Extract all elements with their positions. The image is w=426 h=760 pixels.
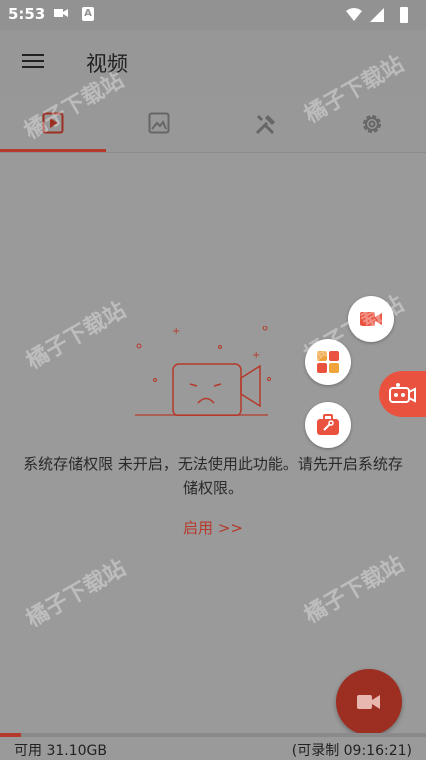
camera-status-icon: [54, 9, 68, 17]
storage-progress-track: [0, 733, 426, 737]
permission-message: 系统存储权限 未开启，无法使用此功能。请先开启系统存储权限。: [23, 455, 403, 497]
storage-bar: 可用 31.10GB (可录制 09:16:21): [0, 733, 426, 759]
recorder-icon: [389, 383, 416, 403]
record-time-label: (可录制 09:16:21): [291, 743, 412, 759]
record-fab[interactable]: [336, 669, 402, 735]
toolbox-icon: [317, 414, 339, 435]
menu-icon[interactable]: [22, 50, 44, 72]
content-area: + + 系统存储权限 未开启，无法使用此功能。请先开启系统存储权限。 启用 >>: [0, 153, 426, 733]
storage-progress-fill: [0, 733, 22, 737]
empty-camera-illustration: + +: [135, 326, 271, 416]
tab-images[interactable]: [106, 94, 212, 152]
status-bar: 5:53 A: [0, 0, 426, 30]
svg-text:+: +: [252, 350, 260, 361]
a-status-icon: A: [82, 7, 94, 21]
svg-text:+: +: [172, 326, 180, 337]
settings-icon: [363, 115, 381, 133]
free-space-label: 可用 31.10GB: [14, 743, 107, 759]
enable-link[interactable]: 启用 >>: [0, 517, 426, 538]
tools-icon: [255, 115, 275, 135]
floating-recorder-button[interactable]: [379, 371, 426, 417]
signal-battery-icons: [346, 7, 408, 23]
status-time: 5:53: [8, 5, 46, 23]
toolbox-button[interactable]: [305, 402, 351, 448]
tab-indicator: [0, 149, 106, 152]
video-camera-icon: [357, 695, 380, 709]
image-icon: [148, 112, 170, 134]
